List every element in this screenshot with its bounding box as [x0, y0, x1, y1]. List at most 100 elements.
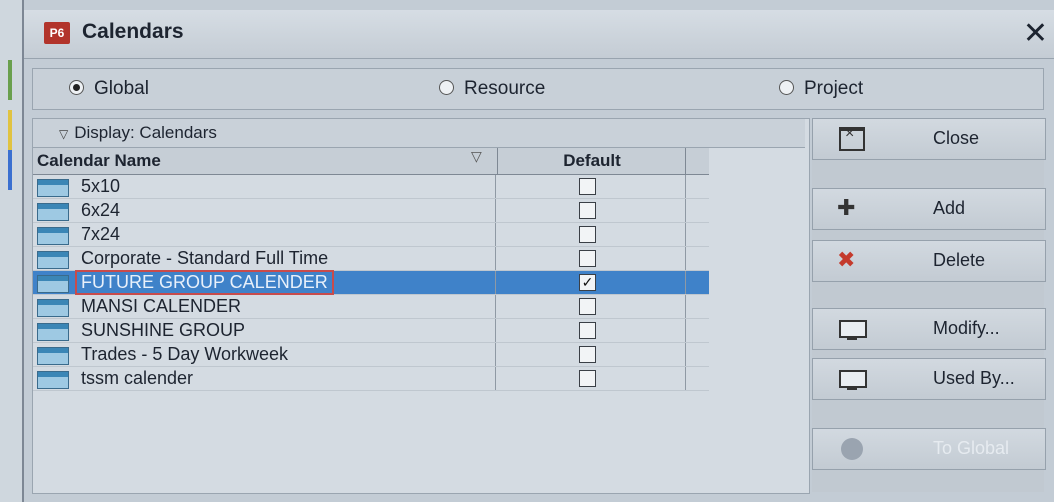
table-row[interactable]: SUNSHINE GROUP: [33, 319, 709, 343]
column-divider: [685, 175, 686, 198]
radio-dot-icon: [779, 80, 794, 95]
column-divider: [495, 367, 496, 390]
close-icon[interactable]: ✕: [1023, 16, 1048, 51]
close-window-icon: [839, 125, 865, 151]
column-divider: [685, 247, 686, 270]
button-label: Add: [933, 198, 966, 218]
close-button[interactable]: Close: [812, 118, 1046, 160]
background-marker: [8, 110, 12, 150]
globe-icon: [841, 438, 863, 460]
display-label: Display: Calendars: [74, 123, 217, 142]
column-divider: [495, 271, 496, 294]
delete-icon: ✖: [837, 247, 856, 272]
table-row[interactable]: 7x24: [33, 223, 709, 247]
delete-button[interactable]: ✖ Delete: [812, 240, 1046, 282]
calendar-name: Trades - 5 Day Workweek: [81, 344, 289, 364]
calendar-icon: [37, 299, 69, 317]
default-checkbox[interactable]: [579, 370, 596, 387]
grid-rows: 5x10 6x24 7x24 Corporate - Standard Full…: [33, 175, 709, 391]
table-row[interactable]: tssm calender: [33, 367, 709, 391]
column-divider: [685, 295, 686, 318]
radio-label: Resource: [464, 78, 546, 99]
calendar-name: 5x10: [81, 176, 121, 196]
calendar-icon: [37, 347, 69, 365]
dialog-title: Calendars: [82, 20, 184, 43]
action-panel: Close ✚ Add ✖ Delete Modify... Used By..…: [812, 118, 1046, 492]
app-icon: P6: [44, 22, 70, 44]
scope-radio-group: Global Resource Project: [32, 68, 1044, 110]
column-divider: [685, 343, 686, 366]
column-header-default[interactable]: Default: [499, 148, 686, 174]
default-checkbox[interactable]: [579, 298, 596, 315]
radio-dot-icon: [439, 80, 454, 95]
column-divider: [685, 199, 686, 222]
default-checkbox[interactable]: [579, 346, 596, 363]
radio-project[interactable]: Project: [779, 78, 863, 100]
calendar-icon: [37, 323, 69, 341]
column-divider: [495, 199, 496, 222]
column-divider: [495, 175, 496, 198]
calendar-name: tssm calender: [81, 368, 194, 388]
radio-resource[interactable]: Resource: [439, 78, 545, 100]
sort-icon[interactable]: ▽: [471, 148, 482, 165]
calendar-name: 6x24: [81, 200, 121, 220]
default-checkbox[interactable]: [579, 178, 596, 195]
add-icon: ✚: [837, 195, 856, 220]
calendar-name: MANSI CALENDER: [81, 296, 242, 316]
default-checkbox[interactable]: [579, 322, 596, 339]
calendar-icon: [37, 371, 69, 389]
background-marker: [8, 60, 12, 100]
table-row[interactable]: MANSI CALENDER: [33, 295, 709, 319]
table-row[interactable]: Corporate - Standard Full Time: [33, 247, 709, 271]
calendar-name: 7x24: [81, 224, 121, 244]
button-label: Modify...: [933, 318, 1000, 338]
column-divider: [495, 295, 496, 318]
calendar-name: FUTURE GROUP CALENDER: [75, 270, 334, 295]
column-header-name[interactable]: Calendar Name: [33, 148, 498, 174]
column-divider: [495, 247, 496, 270]
column-divider: [685, 223, 686, 246]
default-checkbox[interactable]: [579, 202, 596, 219]
calendar-icon: [37, 179, 69, 197]
column-header-label: Calendar Name: [37, 151, 161, 170]
monitor-icon: [839, 370, 867, 390]
chevron-down-icon: ▽: [59, 127, 69, 141]
table-row[interactable]: 5x10: [33, 175, 709, 199]
default-checkbox[interactable]: [579, 250, 596, 267]
button-label: Delete: [933, 250, 986, 270]
button-label: Close: [933, 128, 980, 148]
calendar-grid: ▽ Display: Calendars Calendar Name ▽ Defa…: [32, 118, 810, 494]
column-divider: [495, 223, 496, 246]
calendar-icon: [37, 227, 69, 245]
display-menu[interactable]: ▽ Display: Calendars: [33, 119, 805, 148]
calendar-name: Corporate - Standard Full Time: [81, 248, 329, 268]
title-bar: P6 Calendars ✕: [24, 10, 1054, 59]
grid-header: Calendar Name ▽ Default: [33, 148, 709, 175]
column-divider: [685, 367, 686, 390]
table-row[interactable]: 6x24: [33, 199, 709, 223]
calendar-icon: [37, 203, 69, 221]
calendars-dialog: P6 Calendars ✕ Global Resource Project ▽…: [22, 0, 1054, 502]
column-divider: [495, 343, 496, 366]
calendar-name: SUNSHINE GROUP: [81, 320, 246, 340]
radio-global[interactable]: Global: [69, 78, 149, 100]
column-divider: [685, 319, 686, 342]
radio-label: Global: [94, 78, 149, 99]
default-checkbox[interactable]: [579, 226, 596, 243]
calendar-icon: [37, 251, 69, 269]
modify-button[interactable]: Modify...: [812, 308, 1046, 350]
add-button[interactable]: ✚ Add: [812, 188, 1046, 230]
radio-dot-icon: [69, 80, 84, 95]
calendar-icon: [37, 275, 69, 293]
table-row[interactable]: FUTURE GROUP CALENDER ✓: [33, 270, 709, 295]
column-divider: [495, 319, 496, 342]
default-checkbox[interactable]: ✓: [579, 274, 596, 291]
table-row[interactable]: Trades - 5 Day Workweek: [33, 343, 709, 367]
to-global-button[interactable]: To Global: [812, 428, 1046, 470]
background-marker: [8, 150, 12, 190]
monitor-icon: [839, 320, 867, 340]
radio-label: Project: [804, 78, 864, 99]
button-label: To Global: [933, 438, 1010, 458]
column-divider: [685, 271, 686, 294]
used-by-button[interactable]: Used By...: [812, 358, 1046, 400]
